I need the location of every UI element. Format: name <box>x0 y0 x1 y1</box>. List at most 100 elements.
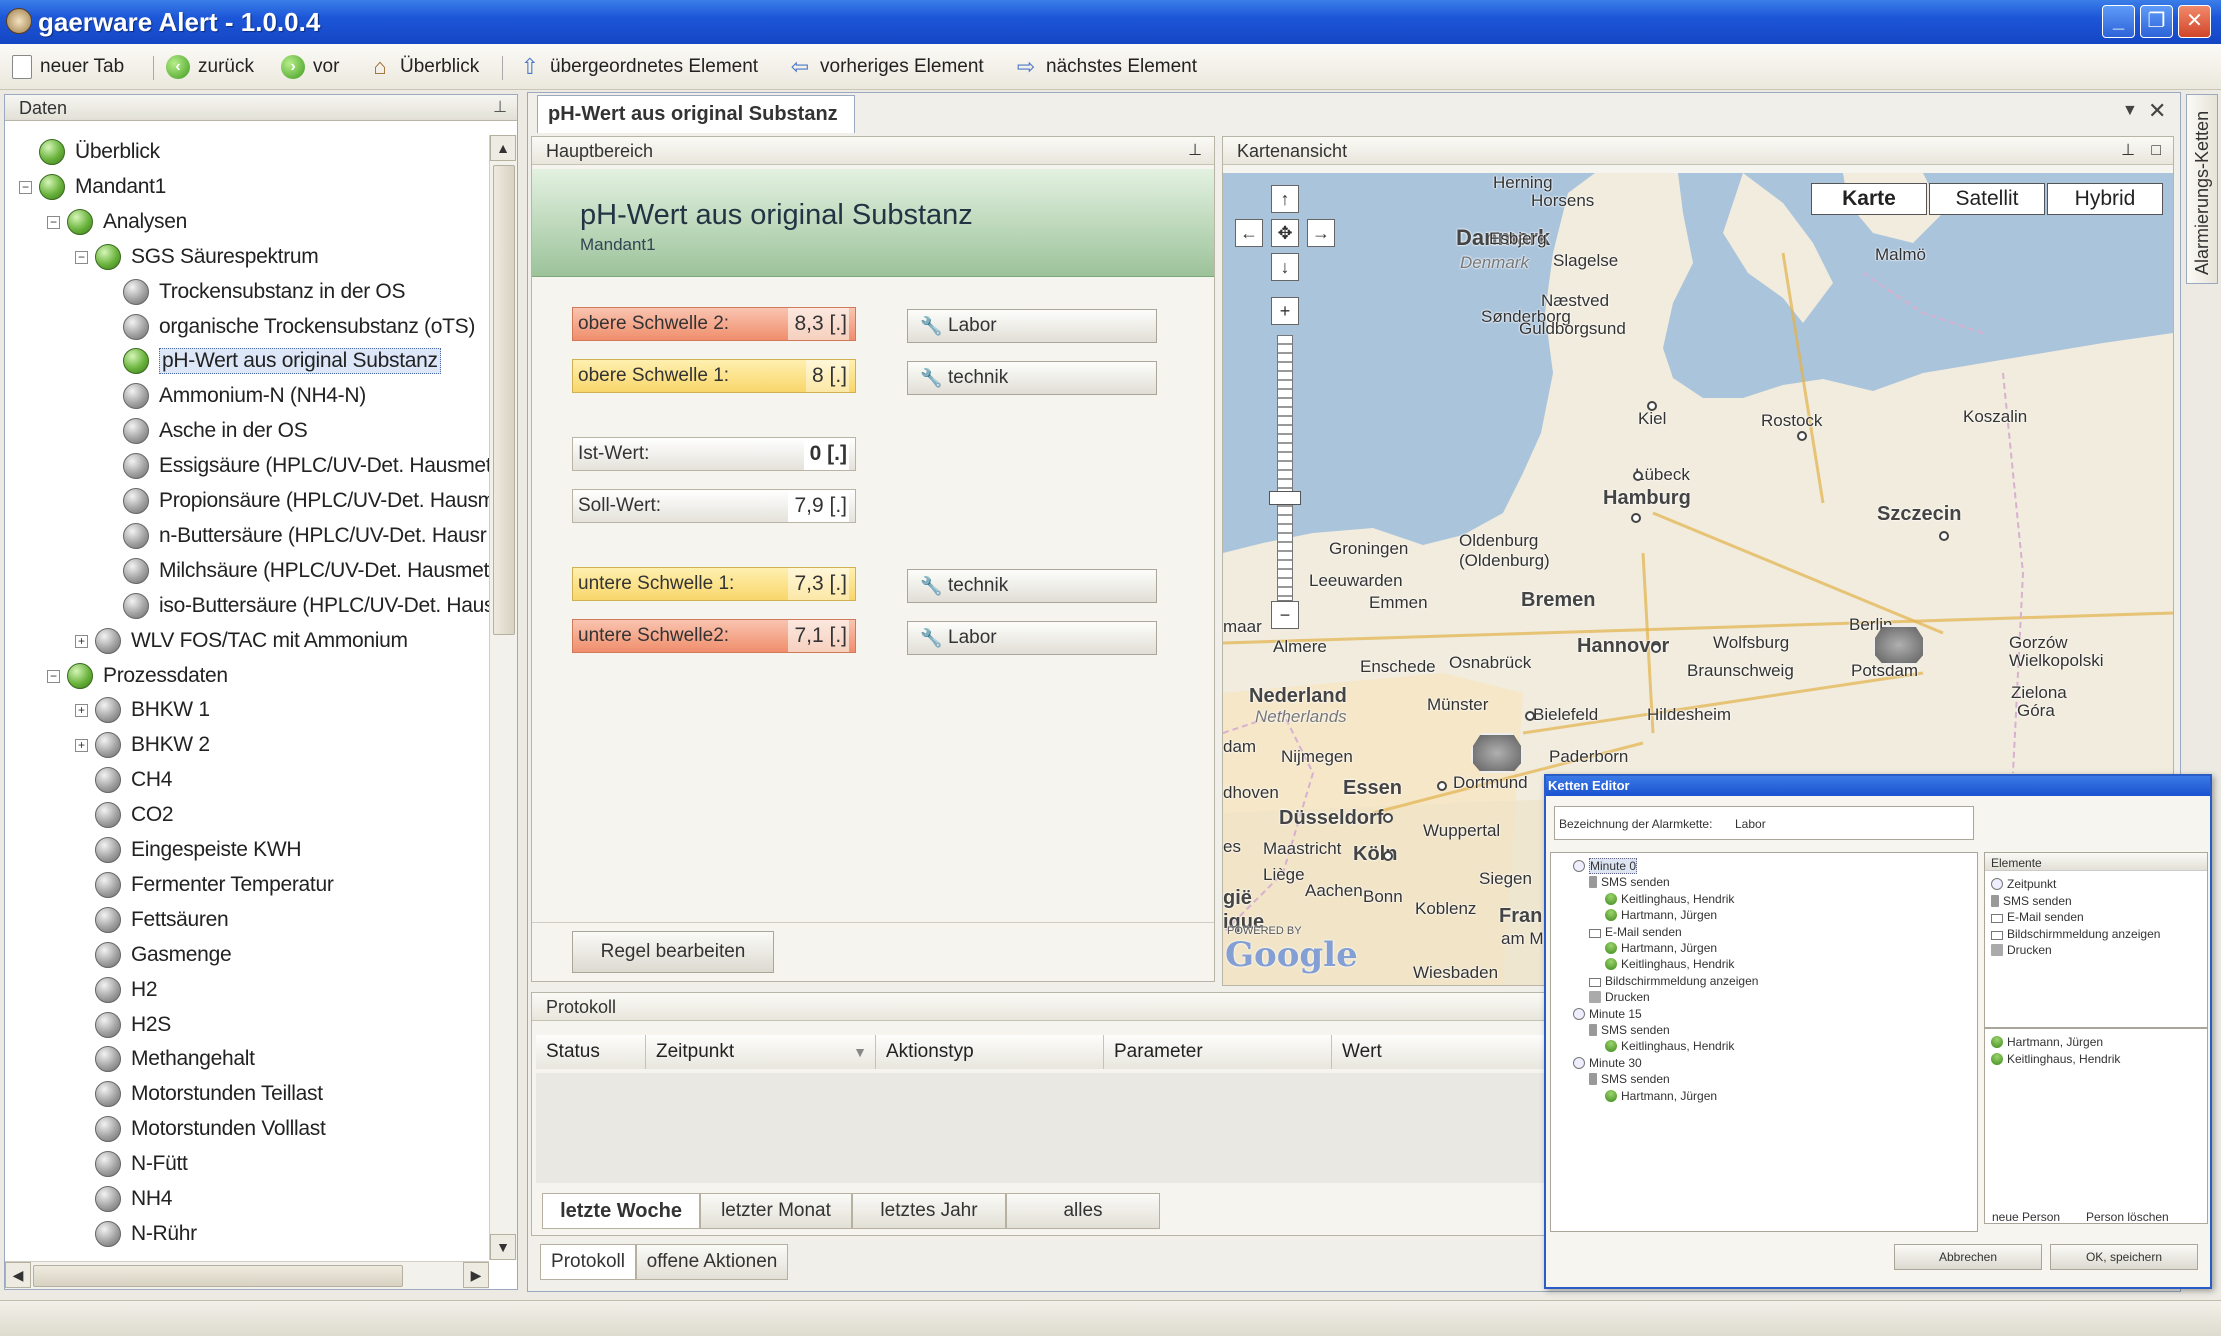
expand-icon[interactable]: + <box>75 739 88 753</box>
collapse-icon[interactable]: − <box>75 250 88 264</box>
pin-icon[interactable]: ⊥ <box>1188 137 1202 165</box>
tree-item[interactable]: Analysen <box>67 205 187 239</box>
alarm-chains-side-tab[interactable]: Alarmierungs-Ketten <box>2186 94 2218 284</box>
tree-item[interactable]: organische Trockensubstanz (oTS) <box>123 310 475 344</box>
chain-tree-item[interactable]: Keitlinghaus, Hendrik <box>1605 957 1734 971</box>
chain-tree-item[interactable]: SMS senden <box>1589 1023 1670 1037</box>
range-last-month[interactable]: letzter Monat <box>700 1193 852 1229</box>
tree-item[interactable]: Überblick <box>39 135 160 169</box>
tab-protokoll[interactable]: Protokoll <box>540 1244 636 1280</box>
pan-center-button[interactable]: ✥ <box>1271 219 1299 247</box>
zoom-slider[interactable] <box>1277 335 1293 601</box>
tree-item[interactable]: CH4 <box>95 763 172 797</box>
scroll-down-button[interactable]: ▼ <box>490 1234 516 1260</box>
tree-item[interactable]: Motorstunden Teillast <box>95 1077 323 1111</box>
chain-tree-item[interactable]: SMS senden <box>1589 875 1670 889</box>
chain-tree-item[interactable]: Hartmann, Jürgen <box>1605 908 1717 922</box>
tree-item[interactable]: n-Buttersäure (HPLC/UV-Det. Hausr <box>123 519 487 553</box>
technik-action-button[interactable]: 🔧 technik <box>907 361 1157 395</box>
tab-open-actions[interactable]: offene Aktionen <box>636 1244 788 1280</box>
chain-name-field[interactable]: Bezeichnung der Alarmkette: Labor <box>1554 806 1974 840</box>
close-button[interactable]: ✕ <box>2178 5 2211 38</box>
chain-tree-item[interactable]: Keitlinghaus, Hendrik <box>1605 1039 1734 1053</box>
scroll-left-button[interactable]: ◀ <box>5 1262 31 1288</box>
chain-tree-item[interactable]: Minute 15 <box>1573 1007 1642 1021</box>
column-aktionstyp[interactable]: Aktionstyp <box>876 1035 1104 1069</box>
pan-left-button[interactable]: ← <box>1235 219 1263 247</box>
tree-item[interactable]: N-Fütt <box>95 1147 188 1181</box>
tree-item[interactable]: Prozessdaten <box>67 659 228 693</box>
map-type-hybrid[interactable]: Hybrid <box>2047 183 2163 215</box>
scroll-up-button[interactable]: ▲ <box>490 135 516 161</box>
tree-item[interactable]: Mandant1 <box>39 170 166 204</box>
range-last-week[interactable]: letzte Woche <box>542 1193 700 1229</box>
pin-icon[interactable]: ⊥ <box>493 95 507 121</box>
tree-item[interactable]: Milchsäure (HPLC/UV-Det. Hausmeth <box>123 554 489 588</box>
tree-item[interactable]: Fermenter Temperatur <box>95 868 334 902</box>
close-tab-icon[interactable]: ✕ <box>2148 98 2166 124</box>
tree-item[interactable]: Asche in der OS <box>123 414 308 448</box>
chain-tree-item[interactable]: Keitlinghaus, Hendrik <box>1605 892 1734 906</box>
maximize-button[interactable]: ❐ <box>2140 5 2173 38</box>
tree-item[interactable]: Gasmenge <box>95 938 232 972</box>
tab-dropdown-icon[interactable]: ▼ <box>2122 102 2138 120</box>
tree-item[interactable]: NH4 <box>95 1182 172 1216</box>
map-type-karte[interactable]: Karte <box>1811 183 1927 215</box>
map-type-satellit[interactable]: Satellit <box>1929 183 2045 215</box>
zoom-out-button[interactable]: − <box>1271 601 1299 629</box>
zoom-in-button[interactable]: + <box>1271 297 1299 325</box>
new-tab-button[interactable]: neuer Tab <box>12 54 124 80</box>
overview-button[interactable]: ⌂ Überblick <box>368 54 479 80</box>
tree-item[interactable]: Fettsäuren <box>95 903 229 937</box>
tree-item[interactable]: SGS Säurespektrum <box>95 240 319 274</box>
tree-item[interactable]: Motorstunden Volllast <box>95 1112 326 1146</box>
expand-icon[interactable]: + <box>75 704 88 718</box>
labor-action-button[interactable]: 🔧 Labor <box>907 621 1157 655</box>
element-item[interactable]: SMS senden <box>1991 894 2072 908</box>
document-tab[interactable]: pH-Wert aus original Substanz <box>537 95 855 133</box>
tree-item[interactable]: pH-Wert aus original Substanz <box>123 344 441 378</box>
plant-marker[interactable] <box>1873 625 1925 665</box>
chain-tree-item[interactable]: Minute 0 <box>1573 858 1638 874</box>
save-button[interactable]: OK, speichern <box>2050 1244 2198 1270</box>
person-item[interactable]: Keitlinghaus, Hendrik <box>1991 1052 2120 1066</box>
minimize-button[interactable]: _ <box>2102 5 2135 38</box>
element-item[interactable]: E-Mail senden <box>1991 910 2084 924</box>
chain-tree-item[interactable]: Minute 30 <box>1573 1056 1642 1070</box>
scroll-thumb[interactable] <box>493 165 515 635</box>
tree-item[interactable]: Methangehalt <box>95 1042 255 1076</box>
collapse-icon[interactable]: − <box>47 215 60 229</box>
chain-tree-item[interactable]: SMS senden <box>1589 1072 1670 1086</box>
tree-horizontal-scrollbar[interactable]: ◀ ▶ <box>5 1261 489 1289</box>
tree-item[interactable]: Trockensubstanz in der OS <box>123 275 405 309</box>
tree-item[interactable]: BHKW 2 <box>95 728 210 762</box>
edit-rule-button[interactable]: Regel bearbeiten <box>572 931 774 973</box>
column-parameter[interactable]: Parameter <box>1104 1035 1332 1069</box>
person-item[interactable]: Hartmann, Jürgen <box>1991 1035 2103 1049</box>
tree-item[interactable]: N-Rühr <box>95 1217 197 1251</box>
zoom-slider-handle[interactable] <box>1269 491 1301 505</box>
chain-tree-item[interactable]: E-Mail senden <box>1589 925 1682 939</box>
pan-right-button[interactable]: → <box>1307 219 1335 247</box>
scroll-thumb[interactable] <box>33 1265 403 1287</box>
plant-marker[interactable] <box>1471 733 1523 773</box>
column-wert[interactable]: Wert <box>1332 1035 1552 1069</box>
forward-button[interactable]: › vor <box>281 54 339 80</box>
range-all[interactable]: alles <box>1006 1193 1160 1229</box>
chain-tree-item[interactable]: Hartmann, Jürgen <box>1605 941 1717 955</box>
new-person-link[interactable]: neue Person <box>1992 1210 2060 1224</box>
tree-item[interactable]: iso-Buttersäure (HPLC/UV-Det. Haus <box>123 589 489 623</box>
tree-item[interactable]: CO2 <box>95 798 174 832</box>
tree-vertical-scrollbar[interactable]: ▲ ▼ <box>489 135 517 1260</box>
tree-item[interactable]: Ammonium-N (NH4-N) <box>123 379 366 413</box>
element-item[interactable]: Bildschirmmeldung anzeigen <box>1991 927 2160 941</box>
labor-action-button[interactable]: 🔧 Labor <box>907 309 1157 343</box>
pan-up-button[interactable]: ↑ <box>1271 185 1299 213</box>
column-zeitpunkt[interactable]: Zeitpunkt ▼ <box>646 1035 876 1069</box>
pin-icon[interactable]: ⊥ <box>2121 137 2135 165</box>
tree-item[interactable]: Eingespeiste KWH <box>95 833 302 867</box>
maximize-icon[interactable]: □ <box>2151 137 2161 165</box>
tree-item[interactable]: H2 <box>95 973 158 1007</box>
collapse-icon[interactable]: − <box>47 669 60 683</box>
collapse-icon[interactable]: − <box>19 180 32 194</box>
